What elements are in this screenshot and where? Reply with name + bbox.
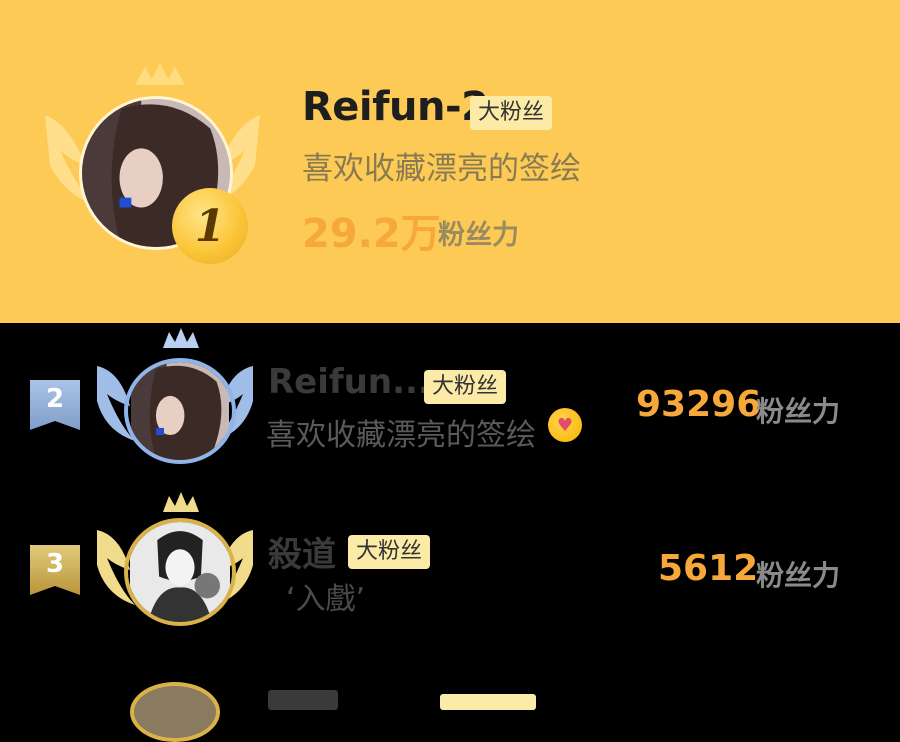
user-bio: 喜欢收藏漂亮的签绘 bbox=[302, 151, 581, 187]
username[interactable]: 殺道 bbox=[268, 527, 336, 576]
fan-power-score: 29.2万 bbox=[302, 211, 441, 257]
fan-power-score: 5612 bbox=[658, 548, 759, 589]
fan-power-label: 粉丝力 bbox=[756, 559, 841, 592]
fan-level-badge: 大粉丝 bbox=[424, 370, 507, 404]
fan-level-badge: 大粉丝 bbox=[348, 535, 431, 569]
fan-power-label: 粉丝力 bbox=[438, 220, 519, 251]
avatar-manga-art-icon bbox=[130, 522, 230, 622]
rank-number: 1 bbox=[194, 200, 226, 252]
avatar[interactable] bbox=[130, 682, 220, 742]
fan-power-score: 93296 bbox=[636, 384, 762, 425]
username-partial bbox=[268, 690, 338, 710]
avatar-photo-icon bbox=[131, 362, 229, 460]
avatar[interactable] bbox=[124, 518, 236, 626]
fan-power-label: 粉丝力 bbox=[756, 395, 841, 428]
fan-level-badge-partial bbox=[440, 694, 536, 710]
rank-number: 3 bbox=[45, 549, 65, 579]
rank-number: 2 bbox=[45, 384, 65, 414]
username[interactable]: Reifun... bbox=[268, 362, 431, 402]
avatar[interactable] bbox=[124, 358, 236, 464]
rank-1-medal-icon: 1 bbox=[172, 188, 248, 264]
fan-level-badge: 大粉丝 bbox=[470, 96, 553, 130]
rank-tag: 3 bbox=[30, 545, 80, 595]
hugging-face-icon: ♥ bbox=[548, 408, 582, 442]
user-bio: 喜欢收藏漂亮的签绘 bbox=[266, 418, 536, 453]
username[interactable]: Reifun-2 bbox=[302, 84, 489, 130]
rank-tag: 2 bbox=[30, 380, 80, 430]
top-fan-card[interactable]: 1 Reifun-2 大粉丝 喜欢收藏漂亮的签绘 29.2万 粉丝力 bbox=[0, 0, 900, 323]
user-bio: ‘入戲’ bbox=[286, 582, 366, 617]
